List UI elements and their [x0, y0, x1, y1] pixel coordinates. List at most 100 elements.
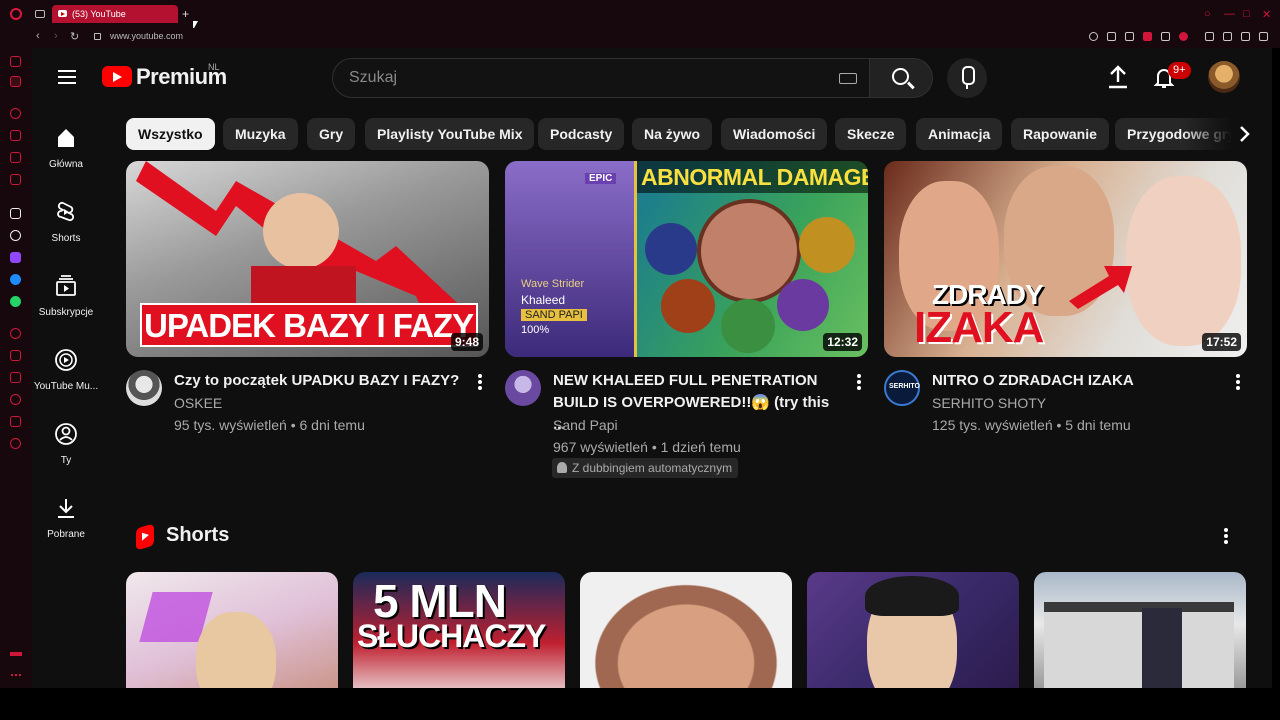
forward-button[interactable]: ›: [54, 30, 58, 42]
video-thumbnail[interactable]: EPIC Wave Strider Khaleed SAND PAPI 100%…: [505, 161, 868, 357]
short-thumbnail[interactable]: 5 MLN SŁUCHACZY: [353, 572, 565, 688]
chip-all[interactable]: Wszystko: [126, 118, 215, 150]
channel-name[interactable]: Sand Papi: [553, 414, 618, 436]
video-title[interactable]: Czy to początek UPADKU BAZY I FAZY?: [174, 370, 464, 392]
messenger-icon[interactable]: [10, 274, 21, 285]
pin-icon[interactable]: [1107, 32, 1116, 41]
chip-podcasts[interactable]: Podcasty: [538, 118, 625, 150]
chatgpt-icon[interactable]: [10, 230, 21, 241]
more-icon[interactable]: [11, 674, 21, 676]
home-icon[interactable]: [10, 56, 21, 67]
guide-item-you[interactable]: Ty: [32, 422, 100, 466]
zoom-icon[interactable]: [1089, 32, 1098, 41]
chevron-right-icon[interactable]: [1232, 122, 1256, 146]
lock-icon: [94, 33, 101, 40]
aria-icon[interactable]: [10, 208, 21, 219]
whatsapp-icon[interactable]: [10, 296, 21, 307]
channel-name[interactable]: SERHITO SHOTY: [932, 392, 1046, 414]
shorts-more-icon[interactable]: [1224, 528, 1228, 544]
video-thumbnail[interactable]: UPADEK BAZY I FAZY 9:48: [126, 161, 489, 357]
new-tab-button[interactable]: +: [182, 8, 189, 20]
music-player-icon[interactable]: [10, 328, 21, 339]
tab-title: (53) YouTube: [72, 9, 126, 19]
maximize-button[interactable]: □: [1243, 8, 1250, 20]
guide-label: Główna: [49, 159, 83, 170]
share-icon[interactable]: [1223, 32, 1232, 41]
youtube-logo-icon[interactable]: [102, 66, 132, 87]
chip-news[interactable]: Wiadomości: [721, 118, 828, 150]
chip-animation[interactable]: Animacja: [916, 118, 1003, 150]
video-duration: 17:52: [1202, 333, 1241, 351]
downloads-icon[interactable]: [1241, 32, 1250, 41]
guide-item-downloads[interactable]: Pobrane: [32, 496, 100, 540]
guide-item-home[interactable]: Główna: [32, 126, 100, 170]
history-icon[interactable]: [10, 394, 21, 405]
browser-menu-icon[interactable]: [1259, 32, 1268, 41]
flow-icon[interactable]: [10, 350, 21, 361]
search-box: [332, 58, 870, 98]
account-avatar[interactable]: [1208, 61, 1240, 93]
video-title[interactable]: NITRO O ZDRADACH IZAKA: [932, 370, 1222, 392]
menu-hamburger-icon[interactable]: [58, 70, 76, 84]
channel-name[interactable]: OSKEE: [174, 392, 222, 414]
video-duration: 9:48: [450, 333, 483, 351]
bag-icon[interactable]: [10, 130, 21, 141]
guide-item-shorts[interactable]: Shorts: [32, 200, 100, 244]
guide-item-youtube-music[interactable]: YouTube Mu...: [32, 348, 100, 392]
chips-fade: [1182, 114, 1272, 154]
refresh-icon[interactable]: [10, 108, 21, 119]
play-extension-icon[interactable]: [1161, 32, 1170, 41]
channel-avatar[interactable]: SERHITO: [884, 370, 920, 406]
badge-text: Z dubbingiem automatycznym: [572, 461, 733, 475]
controller-icon[interactable]: [10, 152, 21, 163]
more-actions-icon[interactable]: [1236, 374, 1240, 390]
notification-badge: 9+: [1168, 62, 1191, 79]
back-button[interactable]: ‹: [36, 30, 40, 42]
browser-tab-youtube[interactable]: (53) YouTube: [52, 5, 178, 23]
chip-sketches[interactable]: Skecze: [835, 118, 907, 150]
video-thumbnail[interactable]: ZDRADY IZAKA 17:52: [884, 161, 1247, 357]
guide-item-subscriptions[interactable]: Subskrypcje: [32, 274, 100, 318]
more-actions-icon[interactable]: [478, 374, 482, 390]
channel-avatar[interactable]: [126, 370, 162, 406]
short-thumbnail[interactable]: [580, 572, 792, 688]
voice-search-button[interactable]: [947, 58, 987, 98]
url-field[interactable]: www.youtube.com: [110, 31, 183, 41]
thumbnail-player-tag: SAND PAPI: [521, 309, 587, 321]
search-button[interactable]: [869, 58, 933, 98]
gx-icon[interactable]: [10, 652, 22, 656]
shield-icon[interactable]: [1143, 32, 1152, 41]
search-input[interactable]: [349, 59, 819, 97]
more-actions-icon[interactable]: [857, 374, 861, 390]
item-icon: [661, 279, 715, 333]
reload-button[interactable]: ↻: [70, 30, 79, 43]
twitch-icon[interactable]: [10, 252, 21, 263]
bookmarks-icon[interactable]: [10, 416, 21, 427]
upload-icon[interactable]: [1106, 64, 1130, 90]
settings-icon[interactable]: [10, 438, 21, 449]
media-icon[interactable]: [10, 174, 21, 185]
short-thumbnail[interactable]: [1034, 572, 1246, 688]
close-window-button[interactable]: ✕: [1262, 8, 1271, 21]
home-icon: [58, 129, 74, 147]
short-thumbnail[interactable]: [126, 572, 338, 688]
channel-avatar[interactable]: [505, 370, 541, 406]
keyboard-icon[interactable]: [839, 73, 857, 84]
opera-logo-icon[interactable]: [10, 8, 22, 20]
chip-music[interactable]: Muzyka: [223, 118, 298, 150]
chip-live[interactable]: Na żywo: [632, 118, 713, 150]
minimize-button[interactable]: —: [1224, 8, 1235, 20]
snapshot-icon[interactable]: [1125, 32, 1134, 41]
heart-icon[interactable]: [1179, 32, 1188, 41]
video-meta: 95 tys. wyświetleń • 6 dni temu: [174, 417, 365, 433]
apps-icon[interactable]: [10, 372, 21, 383]
short-thumbnail[interactable]: [807, 572, 1019, 688]
chip-mix-playlists[interactable]: Playlisty YouTube Mix: [365, 118, 535, 150]
gaming-icon[interactable]: [10, 76, 21, 87]
extensions-icon[interactable]: [1205, 32, 1214, 41]
search-tabs-icon[interactable]: ○: [1204, 8, 1211, 20]
chip-games[interactable]: Gry: [307, 118, 356, 150]
browser-address-bar: ‹ › ↻ www.youtube.com: [0, 28, 1280, 48]
tab-overview-icon[interactable]: [35, 10, 45, 18]
chip-rap[interactable]: Rapowanie: [1011, 118, 1109, 150]
